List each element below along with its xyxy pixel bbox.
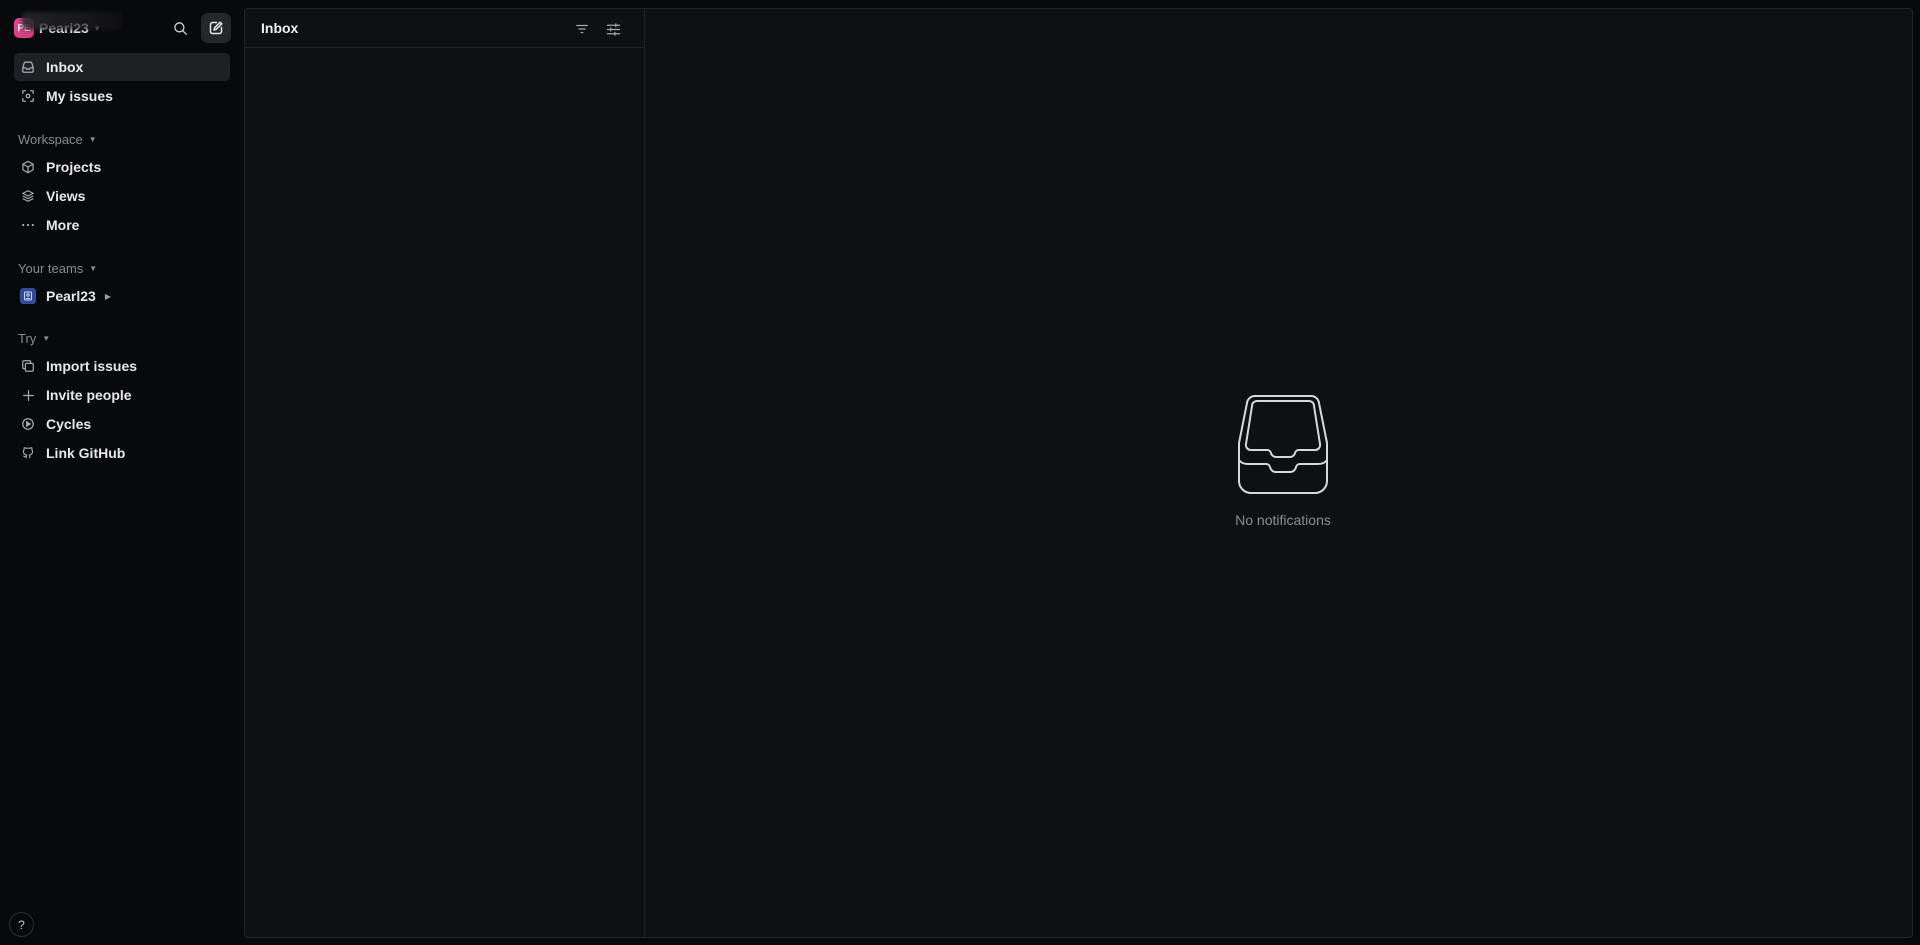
compose-icon bbox=[209, 21, 223, 35]
empty-state: No notifications bbox=[1223, 394, 1343, 528]
help-button[interactable]: ? bbox=[9, 912, 34, 937]
inbox-tray-icon bbox=[1238, 394, 1328, 494]
teams-section-toggle[interactable]: Your teams ▼ bbox=[18, 261, 97, 276]
empty-state-message: No notifications bbox=[1235, 512, 1331, 528]
caret-right-icon: ▶ bbox=[104, 291, 111, 301]
redacted-overlay bbox=[22, 12, 122, 30]
sidebar-item-views[interactable]: Views bbox=[14, 182, 230, 210]
sidebar-item-label: Import issues bbox=[46, 358, 138, 374]
cube-icon bbox=[20, 159, 36, 175]
more-icon bbox=[20, 217, 36, 233]
section-label: Your teams bbox=[18, 261, 84, 276]
github-icon bbox=[20, 445, 36, 461]
sidebar-item-label: Projects bbox=[46, 159, 102, 175]
caret-down-icon: ▼ bbox=[88, 135, 97, 144]
sidebar-item-label: Cycles bbox=[46, 416, 92, 432]
inbox-list-pane: Inbox bbox=[245, 9, 645, 937]
sidebar-item-import-issues[interactable]: Import issues bbox=[14, 352, 230, 380]
search-button[interactable] bbox=[165, 13, 195, 43]
sidebar-item-cycles[interactable]: Cycles bbox=[14, 410, 230, 438]
sidebar: PE Pearl23 ▾ Inbox My issues Workspace ▼… bbox=[0, 0, 244, 945]
new-issue-button[interactable] bbox=[201, 13, 231, 43]
sidebar-item-label: My issues bbox=[46, 88, 113, 104]
cycles-icon bbox=[20, 416, 36, 432]
sidebar-item-label: Link GitHub bbox=[46, 445, 126, 461]
section-label: Try bbox=[18, 331, 37, 346]
sidebar-item-more[interactable]: More bbox=[14, 211, 230, 239]
search-icon bbox=[173, 21, 187, 35]
page-title: Inbox bbox=[261, 20, 299, 36]
inbox-header: Inbox bbox=[245, 9, 644, 48]
inbox-icon bbox=[20, 59, 36, 75]
caret-down-icon: ▼ bbox=[42, 334, 51, 343]
try-section-toggle[interactable]: Try ▼ bbox=[18, 331, 50, 346]
sidebar-item-label: More bbox=[46, 217, 80, 233]
import-icon bbox=[20, 358, 36, 374]
plus-icon bbox=[20, 387, 36, 403]
main-panel: Inbox No notifications bbox=[244, 8, 1913, 938]
sidebar-item-projects[interactable]: Projects bbox=[14, 153, 230, 181]
caret-down-icon: ▼ bbox=[89, 264, 98, 273]
display-options-button[interactable] bbox=[602, 18, 624, 40]
sidebar-item-label: Invite people bbox=[46, 387, 132, 403]
filter-button[interactable] bbox=[571, 18, 593, 40]
sidebar-item-label: Views bbox=[46, 188, 86, 204]
sidebar-item-team-pearl23[interactable]: Pearl23 ▶ bbox=[14, 282, 230, 310]
filter-icon bbox=[576, 24, 588, 34]
workspace-section-toggle[interactable]: Workspace ▼ bbox=[18, 132, 97, 147]
layers-icon bbox=[20, 188, 36, 204]
sidebar-item-label: Pearl23 bbox=[46, 288, 96, 304]
sidebar-item-invite-people[interactable]: Invite people bbox=[14, 381, 230, 409]
inbox-detail-pane: No notifications bbox=[646, 9, 1912, 937]
section-label: Workspace bbox=[18, 132, 83, 147]
my-issues-icon bbox=[20, 88, 36, 104]
sidebar-item-link-github[interactable]: Link GitHub bbox=[14, 439, 230, 467]
sliders-icon bbox=[606, 22, 620, 36]
sidebar-item-inbox[interactable]: Inbox bbox=[14, 53, 230, 81]
team-icon bbox=[20, 288, 36, 304]
sidebar-item-label: Inbox bbox=[46, 59, 84, 75]
sidebar-item-my-issues[interactable]: My issues bbox=[14, 82, 230, 110]
